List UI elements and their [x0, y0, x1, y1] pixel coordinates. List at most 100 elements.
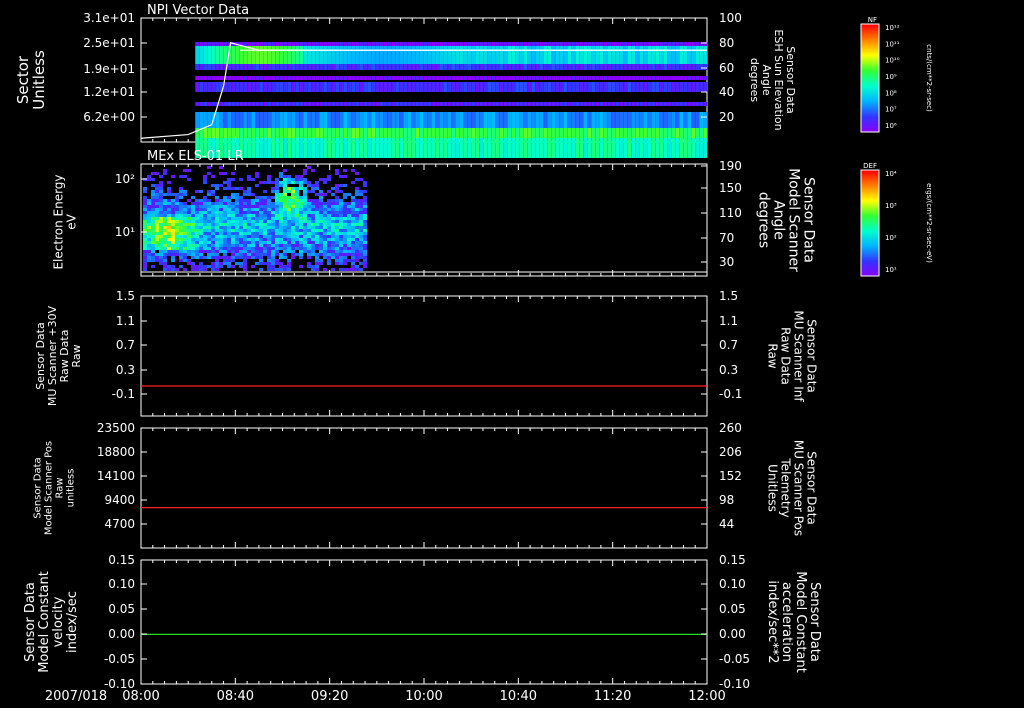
colorbar-els: DEF10⁴10³10²10¹ergs/(cm**2-sr-sec-eV)	[860, 162, 933, 277]
heatmap-cell	[695, 82, 700, 92]
heatmap-cell	[251, 64, 256, 70]
heatmap-cell	[279, 214, 283, 217]
y-axis-label-right: Raw Data	[779, 327, 793, 385]
heatmap-cell	[327, 202, 331, 205]
heatmap-cell	[595, 64, 600, 70]
heatmap-cell	[219, 250, 223, 253]
heatmap-cell	[535, 76, 540, 80]
heatmap-cell	[571, 76, 576, 80]
heatmap-cell	[295, 190, 299, 193]
heatmap-cell	[147, 241, 151, 244]
heatmap-cell	[227, 265, 231, 268]
heatmap-cell	[195, 220, 199, 223]
heatmap-cell	[331, 256, 335, 259]
heatmap-cell	[355, 202, 359, 205]
heatmap-cell	[239, 112, 244, 128]
heatmap-cell	[271, 138, 276, 158]
heatmap-cell	[687, 102, 692, 106]
heatmap-cell	[635, 82, 640, 92]
heatmap-cell	[275, 64, 280, 70]
heatmap-cell	[623, 42, 628, 46]
heatmap-cell	[203, 220, 207, 223]
heatmap-cell	[251, 82, 256, 92]
heatmap-cell	[643, 128, 648, 138]
heatmap-cell	[371, 82, 376, 92]
heatmap-cell	[479, 76, 484, 80]
heatmap-cell	[323, 178, 327, 181]
heatmap-cell	[359, 268, 363, 271]
heatmap-cell	[319, 202, 323, 205]
heatmap-cell	[647, 138, 652, 158]
heatmap-cell	[515, 138, 520, 158]
heatmap-cell	[691, 102, 696, 106]
heatmap-cell	[299, 256, 303, 259]
heatmap-cell	[623, 76, 628, 80]
heatmap-cell	[599, 46, 604, 64]
heatmap-cell	[299, 253, 303, 256]
heatmap-cell	[331, 220, 335, 223]
heatmap-cell	[307, 82, 312, 92]
heatmap-cell	[155, 202, 159, 205]
heatmap-cell	[467, 102, 472, 106]
heatmap-cell	[191, 229, 195, 232]
heatmap-cell	[195, 241, 199, 244]
heatmap-cell	[647, 64, 652, 70]
heatmap-cell	[271, 112, 276, 128]
heatmap-cell	[359, 199, 363, 202]
heatmap-cell	[163, 202, 167, 205]
heatmap-cell	[335, 220, 339, 223]
heatmap-cell	[231, 217, 235, 220]
heatmap-cell	[343, 232, 347, 235]
heatmap-cell	[407, 64, 412, 70]
heatmap-cell	[171, 253, 175, 256]
heatmap-cell	[267, 217, 271, 220]
heatmap-cell	[639, 64, 644, 70]
heatmap-cell	[227, 208, 231, 211]
heatmap-cell	[235, 211, 239, 214]
heatmap-cell	[507, 46, 512, 64]
heatmap-cell	[255, 235, 259, 238]
heatmap-cell	[259, 211, 263, 214]
heatmap-cell	[275, 202, 279, 205]
heatmap-cell	[351, 128, 356, 138]
heatmap-cell	[239, 238, 243, 241]
heatmap-cell	[299, 184, 303, 187]
heatmap-cell	[363, 217, 367, 220]
heatmap-cell	[359, 190, 363, 193]
heatmap-cell	[179, 232, 183, 235]
y-tick-label: 1.2e+01	[83, 85, 135, 99]
heatmap-cell	[271, 244, 275, 247]
heatmap-cell	[655, 82, 660, 92]
heatmap-cell	[247, 187, 251, 190]
x-tick-label: 10:00	[405, 689, 442, 704]
heatmap-cell	[535, 64, 540, 70]
heatmap-cell	[331, 232, 335, 235]
heatmap-cell	[247, 193, 251, 196]
heatmap-cell	[267, 235, 271, 238]
heatmap-cell	[315, 265, 319, 268]
heatmap-cell	[219, 214, 223, 217]
heatmap-cell	[247, 82, 252, 92]
heatmap-cell	[363, 46, 368, 64]
heatmap-cell	[531, 76, 536, 80]
heatmap-cell	[423, 82, 428, 92]
heatmap-cell	[491, 128, 496, 138]
heatmap-cell	[191, 226, 195, 229]
heatmap-cell	[207, 241, 211, 244]
heatmap-cell	[503, 138, 508, 158]
heatmap-cell	[295, 42, 300, 46]
heatmap-cell	[239, 220, 243, 223]
heatmap-cell	[203, 199, 207, 202]
heatmap-cell	[199, 238, 203, 241]
heatmap-cell	[279, 128, 284, 138]
heatmap-cell	[263, 82, 268, 92]
heatmap-cell	[295, 112, 300, 128]
heatmap-cell	[267, 199, 271, 202]
heatmap-cell	[287, 214, 291, 217]
heatmap-cell	[163, 256, 167, 259]
heatmap-cell	[319, 76, 324, 80]
heatmap-cell	[499, 102, 504, 106]
heatmap-cell	[419, 138, 424, 158]
heatmap-cell	[187, 253, 191, 256]
heatmap-cell	[227, 199, 231, 202]
